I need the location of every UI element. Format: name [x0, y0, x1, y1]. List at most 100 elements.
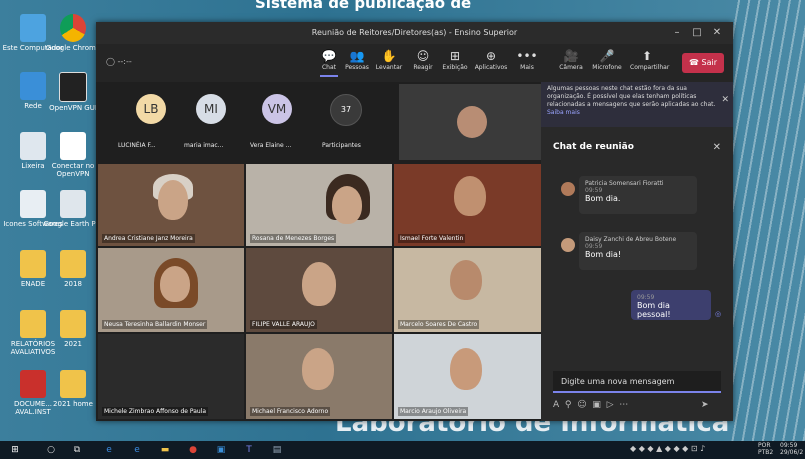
leave-button[interactable]: ☎ Sair: [682, 53, 724, 73]
people-button[interactable]: 👥 Pessoas: [340, 48, 374, 71]
chrome-taskbar-icon[interactable]: ●: [186, 443, 200, 457]
language-indicator[interactable]: POR PTB2: [758, 442, 773, 456]
desktop-icon-2021[interactable]: 2021: [42, 310, 104, 348]
participant-face: [160, 266, 190, 302]
task-view-icon[interactable]: ⧉: [70, 443, 84, 457]
avatar-name: maria imac...: [184, 142, 224, 149]
avatar[interactable]: VM: [262, 94, 292, 124]
desktop-icon-chrome[interactable]: Google Chrome: [42, 14, 104, 52]
emoji-icon[interactable]: ☺: [577, 400, 586, 410]
desktop-icon-2018[interactable]: 2018: [42, 250, 104, 288]
react-button[interactable]: ☺ Reagir: [406, 48, 440, 71]
video-tile[interactable]: Rosana de Menezes Borges: [246, 164, 392, 246]
meeting-window: Reunião de Reitores/Diretores(as) - Ensi…: [96, 22, 733, 421]
meeting-toolbar: ◯ --:-- 💬 Chat 👥 Pessoas ✋ Levantar ☺ Re…: [96, 44, 733, 82]
share-button[interactable]: ⬆ Compartilhar: [630, 48, 669, 71]
minimize-icon[interactable]: –: [667, 22, 687, 44]
participant-name: Neusa Teresinha Ballardin Monser: [102, 320, 208, 329]
raise-hand-button[interactable]: ✋ Levantar: [372, 48, 406, 71]
avatar[interactable]: LB: [136, 94, 166, 124]
participant-name: Andrea Cristiane Janz Moreira: [102, 234, 195, 243]
maximize-icon[interactable]: □: [687, 22, 707, 44]
avatar-name: Vera Elaine ...: [250, 142, 292, 149]
system-tray-icons[interactable]: ◆ ◆ ◆ ▲ ◆ ◆ ◆ ⊡ ♪: [630, 444, 705, 453]
camera-off-icon: 🎥: [563, 49, 579, 63]
app-icon[interactable]: ▤: [270, 443, 284, 457]
raise-hand-icon: ✋: [381, 49, 397, 63]
desktop-icon-openvpn-gui[interactable]: OpenVPN GUI: [42, 72, 104, 112]
react-icon: ☺: [416, 49, 430, 63]
window-titlebar: Reunião de Reitores/Diretores(as) - Ensi…: [96, 22, 733, 44]
file-explorer-icon[interactable]: ▬: [158, 443, 172, 457]
chat-title: Chat de reunião: [553, 142, 634, 152]
participant-face: [332, 186, 362, 224]
search-icon[interactable]: ○: [44, 443, 58, 457]
chrome-icon: [60, 14, 86, 42]
close-chat-icon[interactable]: ✕: [713, 142, 721, 153]
video-tile[interactable]: Andrea Cristiane Janz Moreira: [98, 164, 244, 246]
clock[interactable]: 09:59 29/06/2: [780, 442, 803, 456]
participant-name: Rosana de Menezes Borges: [250, 234, 337, 243]
video-tile[interactable]: Ismael Forte Valentin: [394, 164, 541, 246]
apps-icon: ⊕: [485, 49, 497, 63]
google-earth-icon: [60, 190, 86, 218]
video-tile[interactable]: Michele Zimbrao Affonso de Paula: [98, 334, 244, 419]
wallpaper-stripes: [730, 0, 805, 441]
compose-toolbar: A ⚲ ☺ ▣ ▷ ⋯ ➤: [553, 400, 709, 410]
apps-button[interactable]: ⊕ Aplicativos: [474, 48, 508, 71]
folder-icon: [60, 310, 86, 338]
people-icon: 👥: [349, 49, 365, 63]
participant-face: [450, 348, 482, 390]
view-button[interactable]: ⊞ Exibição: [438, 48, 472, 71]
participant-name: Marcelo Soares De Castro: [398, 320, 480, 329]
ie-icon[interactable]: e: [130, 443, 144, 457]
document-icon: [60, 132, 86, 160]
meeting-timer: ◯ --:--: [106, 57, 132, 66]
learn-more-link[interactable]: Saiba mais: [547, 109, 580, 116]
camera-button[interactable]: 🎥 Câmera: [554, 48, 588, 71]
participant-face: [158, 180, 188, 220]
send-icon[interactable]: ➤: [701, 400, 709, 410]
share-icon: ⬆: [641, 49, 653, 63]
more-options-icon[interactable]: ⋯: [619, 400, 628, 410]
teams-icon[interactable]: T: [242, 443, 256, 457]
desktop-icon-google-earth[interactable]: Google Earth Pro: [42, 190, 104, 228]
participant-face: [302, 262, 336, 306]
desktop-icon-conectar-openvpn[interactable]: Conectar no OpenVPN: [42, 132, 104, 178]
external-notice: Algumas pessoas neste chat estão fora da…: [541, 82, 733, 127]
video-tile[interactable]: Marcelo Soares De Castro: [394, 248, 541, 332]
more-button[interactable]: ••• Mais: [510, 48, 544, 71]
microphone-button[interactable]: 🎤 Microfone: [590, 48, 624, 71]
participants-label: Participantes: [322, 142, 361, 149]
video-tile[interactable]: Marcio Araujo Oliveira: [394, 334, 541, 419]
participant-name: Marcio Araujo Oliveira: [398, 407, 469, 416]
windows-start-icon[interactable]: ⊞: [8, 443, 22, 457]
participants-count[interactable]: 37: [330, 94, 362, 126]
gif-icon[interactable]: ▣: [592, 400, 601, 410]
participant-name: FILIPE VALLE ARAUJO: [250, 320, 317, 329]
format-icon[interactable]: A: [553, 400, 559, 410]
attach-icon[interactable]: ⚲: [565, 400, 572, 410]
chat-message: Patricia Somensari Fioratti 09:59 Bom di…: [579, 176, 697, 214]
mic-off-icon: 🎤: [599, 49, 615, 63]
edge-icon[interactable]: e: [102, 443, 116, 457]
video-tile[interactable]: Michael Francisco Adorno: [246, 334, 392, 419]
self-avatar: [457, 106, 487, 138]
video-tile[interactable]: Neusa Teresinha Ballardin Monser: [98, 248, 244, 332]
video-tile[interactable]: FILIPE VALLE ARAUJO: [246, 248, 392, 332]
folder-icon: [60, 250, 86, 278]
desktop-icon-2021-home[interactable]: 2021 home: [42, 370, 104, 408]
close-icon[interactable]: ✕: [707, 22, 727, 44]
avatar-name: LUCINÉIA F...: [118, 142, 156, 149]
self-video-tile[interactable]: [399, 84, 541, 160]
outlook-icon[interactable]: ▣: [214, 443, 228, 457]
avatar[interactable]: MI: [196, 94, 226, 124]
close-notice-icon[interactable]: ✕: [721, 96, 729, 105]
sticker-icon[interactable]: ▷: [607, 400, 614, 410]
participant-name: Michael Francisco Adorno: [250, 407, 331, 416]
message-input[interactable]: Digite uma nova mensagem: [553, 371, 721, 393]
avatar: [561, 238, 575, 252]
video-gallery: LB LUCINÉIA F... MI maria imac... VM Ver…: [96, 82, 541, 421]
window-title: Reunião de Reitores/Diretores(as) - Ensi…: [311, 28, 518, 37]
wallpaper-top-title: Sistema de publicação de: [255, 0, 472, 12]
